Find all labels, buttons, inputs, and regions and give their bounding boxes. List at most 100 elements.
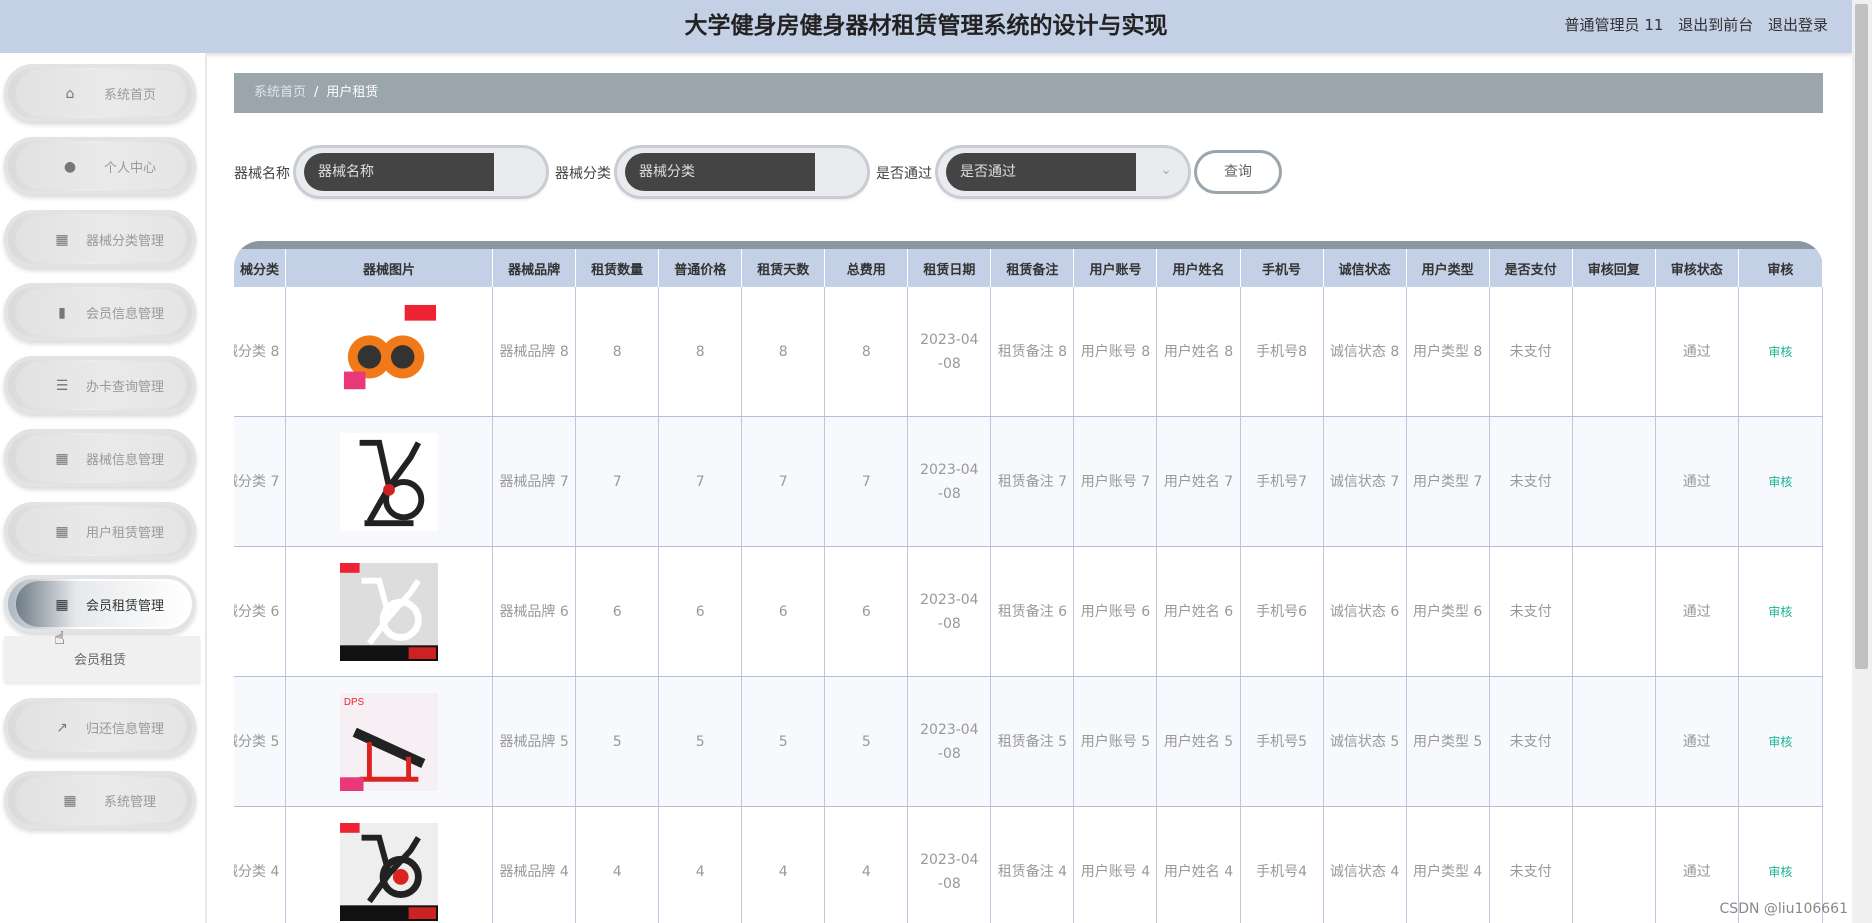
sidebar-item-label: 系统首页 (104, 88, 157, 103)
audit-link[interactable]: 审核 (1768, 735, 1792, 749)
sidebar-item-card-query[interactable]: ☰ 办卡查询管理 (4, 356, 196, 414)
sidebar-item-label: 会员租赁管理 (86, 599, 165, 614)
sidebar-item-label: 系统管理 (104, 795, 157, 810)
audit-link[interactable]: 审核 (1768, 865, 1792, 879)
cell-note: 租赁备注 6 (990, 546, 1075, 677)
col-header: 租赁数量 (575, 249, 660, 287)
equipment-image[interactable] (340, 562, 439, 661)
col-header: 是否支付 (1489, 249, 1573, 287)
cell-name: 用户姓名 7 (1156, 416, 1241, 547)
equipment-category-input[interactable]: 器械分类 (625, 153, 815, 191)
breadcrumb-home[interactable]: 系统首页 (254, 85, 306, 100)
cell-total: 8 (824, 287, 909, 417)
cell-date: 2023-04 -08 (907, 416, 992, 547)
col-header: 用户姓名 (1156, 249, 1241, 287)
cell-name: 用户姓名 6 (1156, 546, 1241, 677)
cell-paid: 未支付 (1489, 287, 1573, 417)
sidebar-item-user-rental[interactable]: ▦ 用户租赁管理 (4, 502, 196, 560)
table-row: 械分类 5DPS器械品牌 555552023-04 -08租赁备注 5用户账号 … (234, 676, 1823, 807)
cell-credit: 诚信状态 4 (1323, 806, 1407, 923)
sidebar-item-label: 个人中心 (104, 161, 157, 176)
col-header: 普通价格 (658, 249, 743, 287)
logout-link[interactable]: 退出登录 (1768, 16, 1828, 34)
sidebar-item-personal-center[interactable]: ● 个人中心 (4, 137, 196, 195)
audit-link[interactable]: 审核 (1768, 475, 1792, 489)
cell-date: 2023-04 -08 (907, 546, 992, 677)
cell-price: 7 (658, 416, 743, 547)
equipment-image[interactable] (340, 302, 439, 401)
cell-account: 用户账号 7 (1073, 416, 1158, 547)
cell-image (285, 546, 494, 677)
equipment-name-input[interactable]: 器械名称 (304, 153, 494, 191)
cell-image (285, 287, 494, 417)
top-header: 大学健身房健身器材租赁管理系统的设计与实现 普通管理员 11 退出到前台 退出登… (0, 0, 1852, 53)
cell-reply (1572, 416, 1656, 547)
grid-icon: ▦ (55, 597, 69, 613)
sidebar-item-equipment-category[interactable]: ▦ 器械分类管理 (4, 210, 196, 268)
cell-action: 审核 (1738, 287, 1823, 417)
audit-link[interactable]: 审核 (1768, 345, 1792, 359)
cell-date: 2023-04 -08 (907, 806, 992, 923)
col-header: 用户类型 (1406, 249, 1490, 287)
cell-name: 用户姓名 5 (1156, 676, 1241, 807)
grid-icon: ▦ (55, 524, 69, 540)
submenu-item-member-rental[interactable]: 会员租赁 (74, 649, 126, 668)
audit-link[interactable]: 审核 (1768, 605, 1792, 619)
cell-note: 租赁备注 8 (990, 287, 1075, 417)
sidebar-item-label: 归还信息管理 (86, 722, 165, 737)
cell-status: 通过 (1655, 676, 1739, 807)
cell-total: 4 (824, 806, 909, 923)
back-to-front-link[interactable]: 退出到前台 (1678, 16, 1753, 34)
col-header: 审核回复 (1572, 249, 1656, 287)
cell-category: 械分类 7 (234, 416, 286, 547)
cell-image (285, 806, 494, 923)
cell-reply (1572, 806, 1656, 923)
col-header: 械分类 (234, 249, 286, 287)
cell-utype: 用户类型 7 (1406, 416, 1490, 547)
table-row: 械分类 4器械品牌 444442023-04 -08租赁备注 4用户账号 4用户… (234, 806, 1823, 923)
user-role-label: 普通管理员 11 (1564, 16, 1664, 34)
sidebar-item-system[interactable]: ▦ 系统管理 (4, 771, 196, 829)
cell-qty: 5 (575, 676, 660, 807)
cell-qty: 4 (575, 806, 660, 923)
passed-select[interactable]: 是否通过 ⌄ (938, 148, 1188, 196)
sidebar-item-member-rental[interactable]: ▦ 会员租赁管理 (4, 575, 196, 633)
cell-paid: 未支付 (1489, 546, 1573, 677)
cell-name: 用户姓名 4 (1156, 806, 1241, 923)
col-header: 租赁日期 (907, 249, 992, 287)
cell-phone: 手机号4 (1240, 806, 1324, 923)
grid-icon: ▦ (55, 232, 69, 248)
sidebar-item-return-info[interactable]: ↗ 归还信息管理 (4, 698, 196, 756)
cell-total: 6 (824, 546, 909, 677)
grid-icon: ▦ (63, 793, 77, 809)
col-header: 用户账号 (1073, 249, 1158, 287)
query-button[interactable]: 查询 (1197, 153, 1279, 191)
cell-paid: 未支付 (1489, 806, 1573, 923)
sidebar-item-home[interactable]: ⌂ 系统首页 (4, 64, 196, 122)
equipment-image[interactable] (340, 432, 439, 531)
sidebar-item-label: 器械分类管理 (86, 234, 165, 249)
page-scrollbar-thumb[interactable] (1855, 4, 1868, 669)
equipment-category-label: 器械分类 (555, 166, 611, 182)
sidebar-item-label: 办卡查询管理 (86, 380, 165, 395)
user-icon: ● (63, 159, 77, 175)
sidebar-item-label: 用户租赁管理 (86, 526, 165, 541)
svg-text:DPS: DPS (344, 696, 365, 707)
cell-name: 用户姓名 8 (1156, 287, 1241, 417)
table-row: 械分类 6器械品牌 666662023-04 -08租赁备注 6用户账号 6用户… (234, 546, 1823, 677)
list-icon: ☰ (55, 378, 69, 394)
cell-phone: 手机号6 (1240, 546, 1324, 677)
cell-days: 7 (741, 416, 826, 547)
sidebar-item-member-info[interactable]: ▮ 会员信息管理 (4, 283, 196, 341)
cell-account: 用户账号 5 (1073, 676, 1158, 807)
cell-account: 用户账号 8 (1073, 287, 1158, 417)
breadcrumb: 系统首页 / 用户租赁 (234, 73, 1823, 113)
cell-phone: 手机号7 (1240, 416, 1324, 547)
equipment-image[interactable] (340, 822, 439, 921)
cell-price: 5 (658, 676, 743, 807)
equipment-image[interactable]: DPS (340, 692, 439, 791)
cell-total: 5 (824, 676, 909, 807)
sidebar-item-equipment-info[interactable]: ▦ 器械信息管理 (4, 429, 196, 487)
cell-qty: 7 (575, 416, 660, 547)
cell-price: 6 (658, 546, 743, 677)
